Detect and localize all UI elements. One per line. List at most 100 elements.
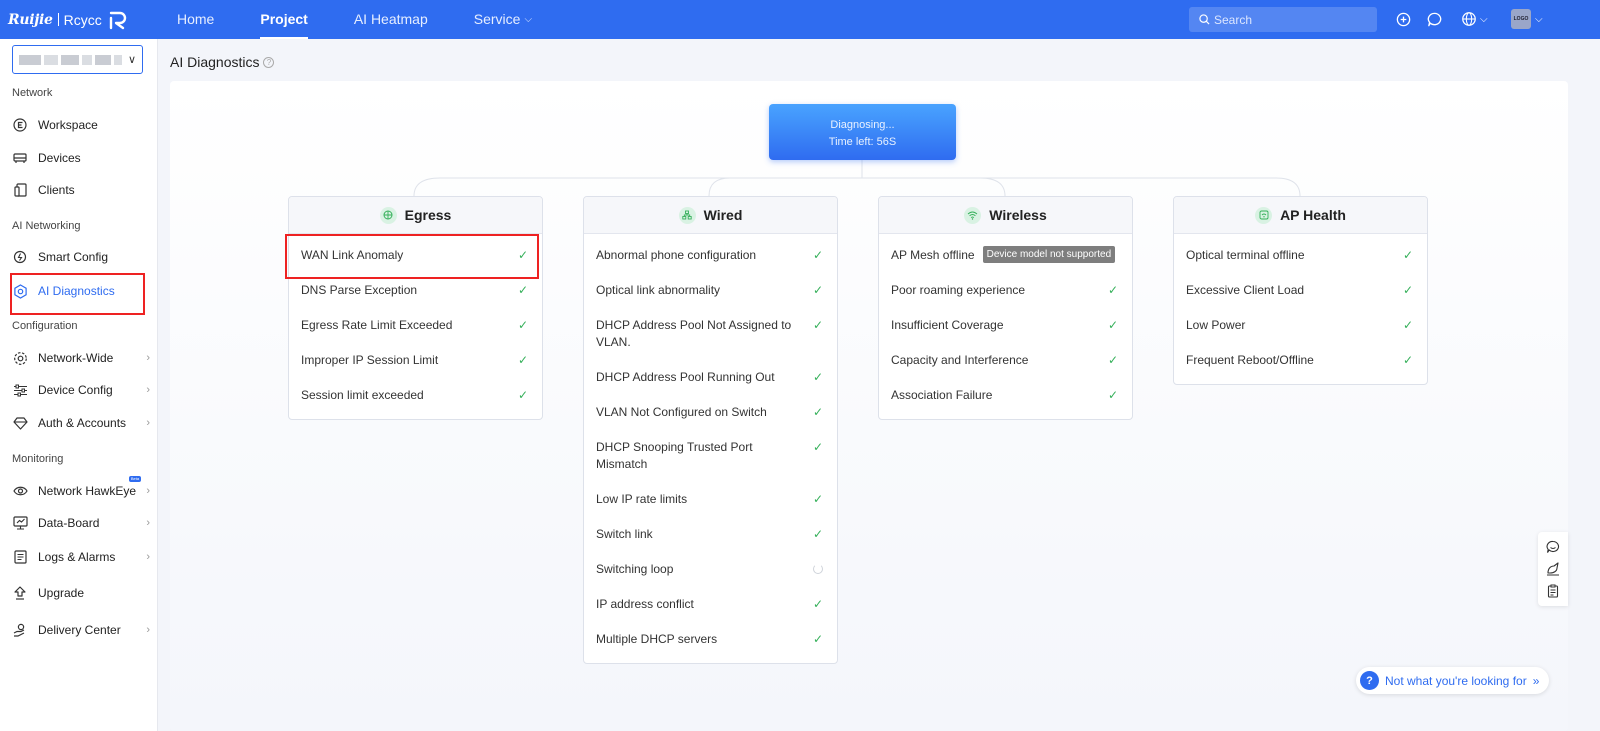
egress-item[interactable]: Session limit exceeded ✓	[301, 378, 530, 413]
egress-card: Egress WAN Link Anomaly ✓ DNS Parse Except…	[288, 196, 543, 420]
check-icon: ✓	[1402, 353, 1414, 367]
sidebar-item-logs-alarms[interactable]: Logs & Alarms ›	[12, 542, 150, 572]
sidebar-item-devices[interactable]: Devices	[12, 143, 150, 173]
chevron-right-icon: ›	[146, 517, 150, 529]
diagnosis-item-label: Frequent Reboot/Offline	[1186, 353, 1314, 367]
sidebar-item-smart-config[interactable]: Smart Config	[12, 242, 150, 272]
page-title: AI Diagnostics ?	[170, 54, 275, 70]
wifi-icon	[964, 206, 982, 224]
help-icon[interactable]: ?	[263, 56, 275, 68]
ap-health-item[interactable]: Optical terminal offline ✓	[1186, 238, 1415, 273]
main-nav: Home Project AI Heatmap Service ⌵	[154, 0, 555, 39]
egress-item[interactable]: Improper IP Session Limit ✓	[301, 343, 530, 378]
diagnosis-item-label: DHCP Snooping Trusted Port Mismatch	[596, 440, 753, 471]
wired-item[interactable]: Optical link abnormality ✓	[596, 273, 825, 308]
section-network: Network	[12, 87, 53, 99]
chevron-right-icon: ›	[146, 551, 150, 563]
section-configuration: Configuration	[12, 320, 78, 332]
globe-icon	[1462, 12, 1476, 26]
section-ai-networking: AI Networking	[12, 220, 81, 232]
globe-icon	[379, 206, 397, 224]
wireless-item[interactable]: Association Failure ✓	[891, 378, 1120, 413]
check-icon: ✓	[1402, 318, 1414, 332]
wired-item[interactable]: DHCP Snooping Trusted Port Mismatch ✓	[596, 430, 825, 482]
wired-item[interactable]: Abnormal phone configuration ✓	[596, 238, 825, 273]
sidebar-item-delivery-center[interactable]: Delivery Center ›	[12, 615, 150, 645]
sidebar-item-device-config[interactable]: Device Config ›	[12, 375, 150, 405]
wired-item[interactable]: VLAN Not Configured on Switch ✓	[596, 395, 825, 430]
project-selector[interactable]: ∨	[12, 45, 143, 74]
nav-service-label: Service	[473, 11, 521, 27]
sidebar-item-label: Device Config	[38, 383, 113, 397]
search-input[interactable]	[1214, 12, 1364, 27]
devices-icon	[12, 150, 28, 166]
ap-health-card-header: AP Health	[1174, 197, 1427, 234]
diagnosis-item-label: VLAN Not Configured on Switch	[596, 405, 767, 419]
logs-icon	[12, 549, 28, 565]
network-wide-icon	[12, 350, 28, 366]
diagnosis-item-label: Low IP rate limits	[596, 492, 688, 506]
wireless-item[interactable]: Insufficient Coverage ✓	[891, 308, 1120, 343]
sidebar-item-clients[interactable]: Clients	[12, 175, 150, 205]
smart-config-icon	[12, 249, 28, 265]
check-icon: ✓	[517, 388, 529, 402]
wireless-card: Wireless AP Mesh offline Device model not…	[878, 196, 1133, 420]
nav-service[interactable]: Service ⌵	[451, 0, 555, 39]
sidebar-item-label: Smart Config	[38, 250, 109, 264]
wireless-card-header: Wireless	[879, 197, 1132, 234]
ap-health-card: AP Health Optical terminal offline ✓ Exces…	[1173, 196, 1428, 385]
diagnosis-item-label: AP Mesh offline	[891, 248, 975, 262]
wireless-item[interactable]: Poor roaming experience ✓	[891, 273, 1120, 308]
chevron-down-icon: ⌵	[524, 14, 533, 25]
sidebar-item-data-board[interactable]: Data-Board ›	[12, 508, 150, 538]
check-icon: ✓	[1107, 353, 1119, 367]
sidebar-item-upgrade[interactable]: Upgrade	[12, 578, 150, 608]
wired-item[interactable]: IP address conflict ✓	[596, 587, 825, 622]
double-chevron-right-icon: »	[1532, 673, 1540, 688]
top-navbar: Ruijie Rcycc Home Project AI Heatmap Ser…	[0, 0, 1600, 39]
project-name-redacted	[19, 54, 122, 65]
add-circle-icon[interactable]	[1395, 11, 1412, 28]
language-selector[interactable]: ⌵	[1461, 11, 1488, 27]
search-box[interactable]	[1189, 7, 1377, 32]
check-icon: ✓	[812, 283, 824, 297]
sidebar-item-label: Data-Board	[38, 516, 100, 530]
chevron-right-icon: ›	[146, 384, 150, 396]
ap-health-item[interactable]: Excessive Client Load ✓	[1186, 273, 1415, 308]
sidebar-item-network-wide[interactable]: Network-Wide ›	[12, 343, 150, 373]
chevron-down-icon: ⌵	[1535, 13, 1543, 25]
sidebar-item-auth-accounts[interactable]: Auth & Accounts ›	[12, 408, 150, 438]
sidebar-item-label: Devices	[38, 151, 81, 165]
wired-card-title: Wired	[703, 207, 743, 223]
ap-health-item[interactable]: Low Power ✓	[1186, 308, 1415, 343]
sidebar-item-label: Workspace	[38, 118, 98, 132]
wireless-item[interactable]: Capacity and Interference ✓	[891, 343, 1120, 378]
ap-health-item[interactable]: Frequent Reboot/Offline ✓	[1186, 343, 1415, 378]
wired-item[interactable]: Multiple DHCP servers ✓	[596, 622, 825, 657]
wired-list: Abnormal phone configuration ✓ Optical lin…	[584, 234, 837, 663]
message-icon[interactable]	[1426, 11, 1443, 28]
brand-logo[interactable]: Ruijie Rcycc	[0, 0, 150, 39]
unsupported-tag: Device model not supported	[982, 246, 1116, 263]
wired-item[interactable]: Switch link ✓	[596, 517, 825, 552]
not-found-help-button[interactable]: ? Not what you're looking for »	[1356, 667, 1550, 694]
nav-home[interactable]: Home	[154, 0, 237, 39]
chevron-right-icon: ›	[146, 417, 150, 429]
egress-item[interactable]: Egress Rate Limit Exceeded ✓	[301, 308, 530, 343]
chat-icon[interactable]	[1546, 540, 1560, 554]
network-tree-icon	[678, 206, 696, 224]
wired-item[interactable]: Low IP rate limits ✓	[596, 482, 825, 517]
wired-item[interactable]: Switching loop	[596, 552, 825, 587]
sidebar-item-workspace[interactable]: Workspace	[12, 110, 150, 140]
wired-item[interactable]: DHCP Address Pool Not Assigned to VLAN. ✓	[596, 308, 825, 360]
feedback-icon[interactable]	[1546, 562, 1560, 576]
nav-ai-heatmap[interactable]: AI Heatmap	[331, 0, 451, 39]
diagnosis-item-label: Multiple DHCP servers	[596, 632, 718, 646]
wireless-item[interactable]: AP Mesh offline Device model not supporte…	[891, 238, 1120, 273]
clipboard-icon[interactable]	[1546, 584, 1560, 598]
user-avatar[interactable]: LOGO ⌵	[1511, 9, 1543, 29]
nav-project[interactable]: Project	[237, 0, 330, 39]
wired-item[interactable]: DHCP Address Pool Running Out ✓	[596, 360, 825, 395]
chevron-down-icon: ⌵	[1480, 13, 1488, 25]
check-icon: ✓	[812, 527, 824, 541]
